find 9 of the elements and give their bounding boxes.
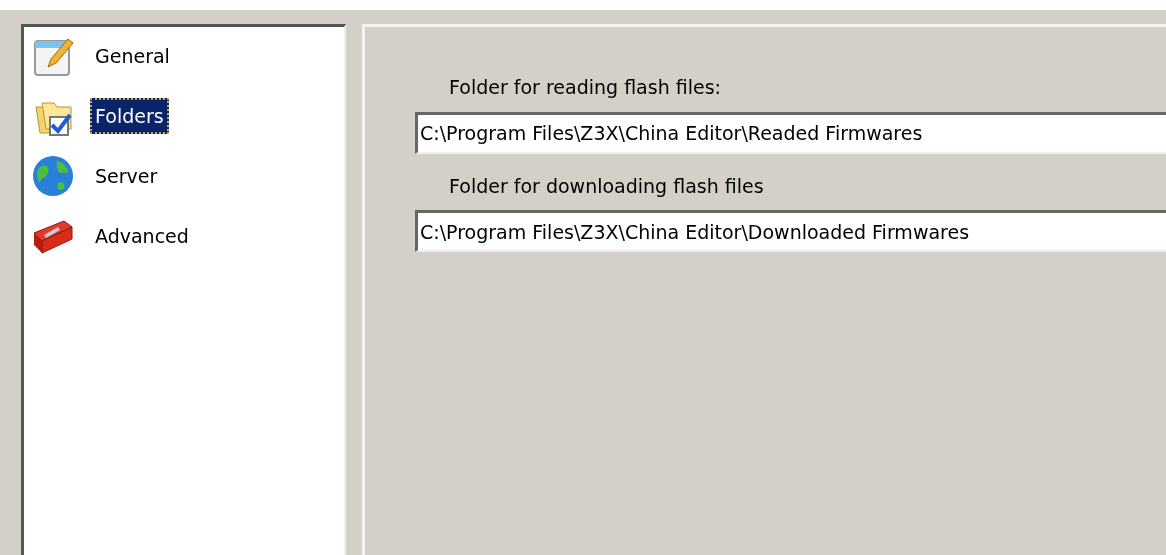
path-field[interactable]: C:\Program Files\Z3X\China Editor\Downloaded Firmwares: [415, 210, 1166, 252]
sidebar-item[interactable]: Server: [90, 157, 163, 195]
field-label: Folder for downloading flash files: [449, 174, 764, 197]
globe-icon: [30, 153, 76, 199]
sidebar-item[interactable]: Folders: [90, 97, 169, 135]
field-label: Folder for reading flash files:: [449, 76, 721, 98]
path-field[interactable]: C:\Program Files\Z3X\China Editor\Readed Firmwares: [415, 111, 1166, 154]
sidebar-item[interactable]: Advanced: [90, 217, 194, 255]
sidebar-item[interactable]: General: [90, 37, 175, 75]
